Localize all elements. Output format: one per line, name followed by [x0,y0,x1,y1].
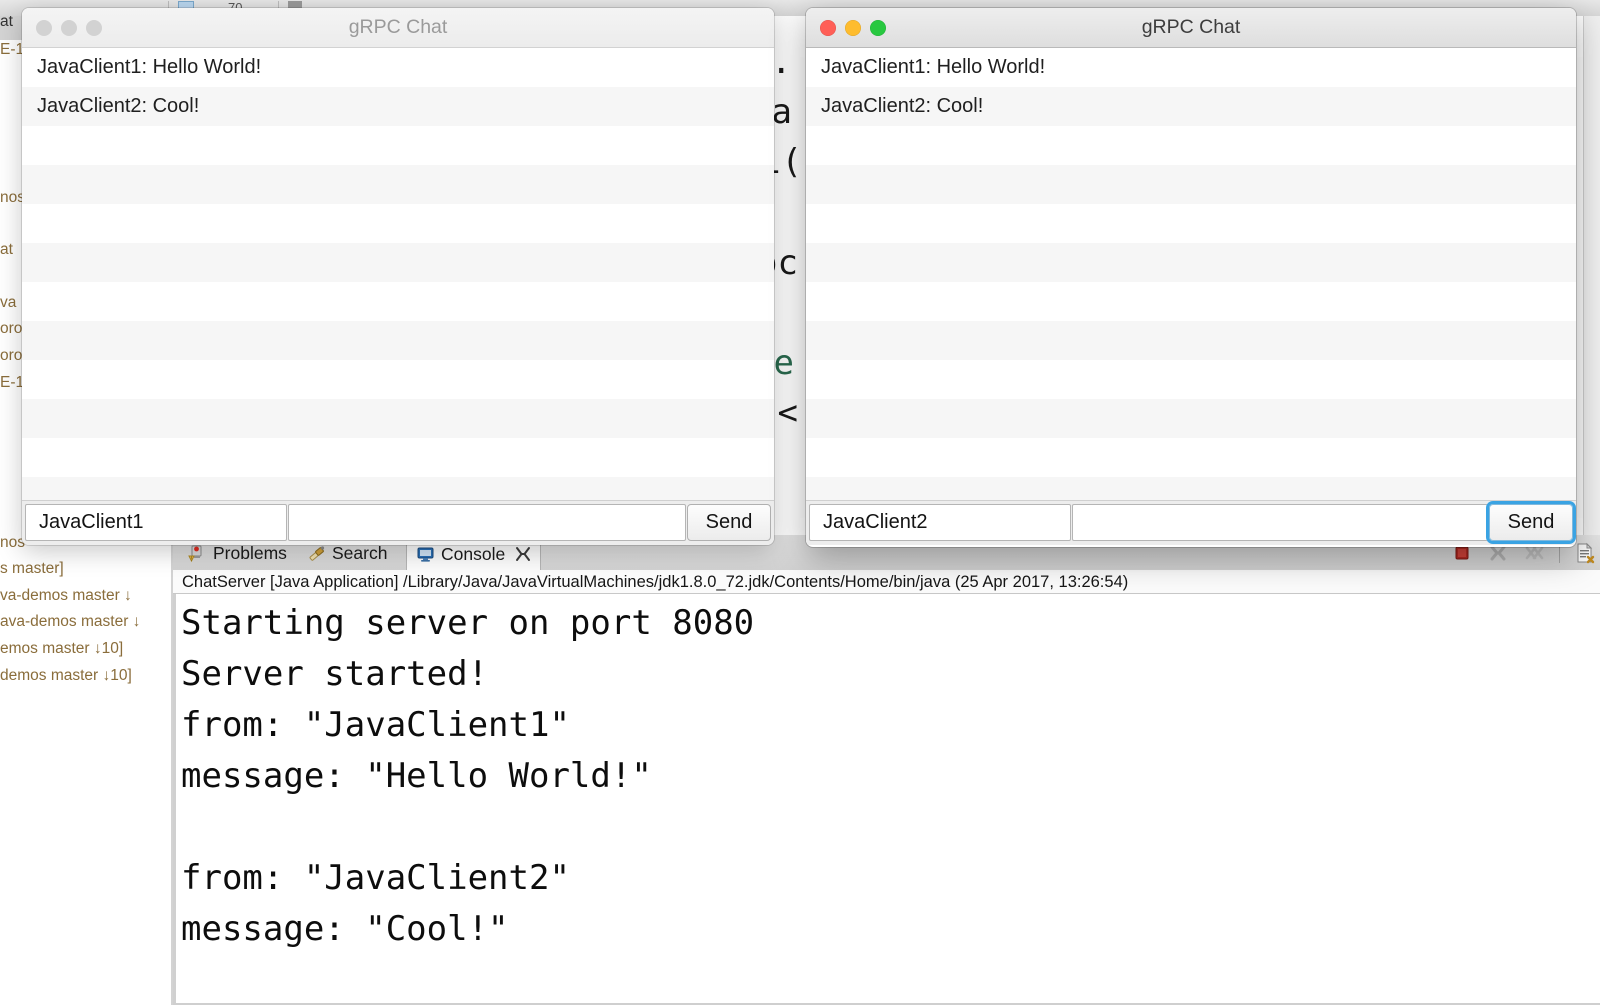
traffic-lights-client2 [820,8,886,47]
chat-message-row[interactable]: JavaClient1: Hello World! [806,48,1576,87]
chat-empty-row [22,321,774,360]
explorer-row-3[interactable]: at [0,241,13,259]
chat-message-row[interactable]: JavaClient2: Cool! [806,87,1576,126]
chat-empty-row [806,282,1576,321]
problems-icon: ! [188,544,207,563]
username-input-client1[interactable]: JavaClient1 [25,504,287,541]
editor-fragment-0: . [771,42,792,82]
console-output-text: Starting server on port 8080 Server star… [181,603,755,949]
chat-empty-row [22,126,774,165]
chat-empty-row [806,204,1576,243]
tab-search-label: Search [332,543,388,563]
titlebar-client2[interactable]: gRPC Chat [806,8,1576,48]
chat-empty-row [22,243,774,282]
chat-empty-row [22,360,774,399]
chat-input-bar-client2: JavaClient2 Send [806,500,1576,545]
explorer-row-6[interactable]: oro [0,347,22,365]
zoom-window-button[interactable] [86,19,102,36]
console-launch-header: ChatServer [Java Application] /Library/J… [173,570,1600,594]
chat-empty-row [806,360,1576,399]
chat-empty-row [22,204,774,243]
svg-text:!: ! [191,557,192,563]
chat-empty-row [22,282,774,321]
chat-message-list-client1[interactable]: JavaClient1: Hello World! JavaClient2: C… [22,48,774,500]
chat-window-client2[interactable]: gRPC Chat JavaClient1: Hello World! Java… [806,8,1576,547]
explorer-row-9[interactable]: s master] [0,560,64,578]
window-title-client1: gRPC Chat [348,16,448,38]
explorer-row-4[interactable]: va [0,294,16,312]
close-window-button[interactable] [820,19,836,36]
chat-empty-row [806,477,1576,500]
chat-empty-row [806,321,1576,360]
chat-empty-row [22,165,774,204]
tab-console-label: Console [441,543,506,564]
explorer-row-12[interactable]: emos master ↓10] [0,640,123,658]
chat-empty-row [806,243,1576,282]
window-title-client2: gRPC Chat [1141,16,1241,38]
close-window-button[interactable] [36,19,52,36]
console-view: ! Problems Search Console ChatServer [Ja… [173,535,1600,1005]
chat-input-bar-client1: JavaClient1 Send [22,500,774,545]
explorer-row-11[interactable]: ava-demos master ↓ [0,613,140,631]
chat-window-client1[interactable]: gRPC Chat JavaClient1: Hello World! Java… [22,8,774,545]
chat-message-list-client2[interactable]: JavaClient1: Hello World! JavaClient2: C… [806,48,1576,500]
screen-root: 70 at E-1 nos at va oro oro E-1 nos s ma… [0,0,1600,1005]
minimize-window-button[interactable] [61,19,77,36]
chat-empty-row [806,399,1576,438]
message-input-client1[interactable] [288,504,686,541]
zoom-window-button[interactable] [870,19,886,36]
chat-empty-row [22,438,774,477]
chat-empty-row [22,399,774,438]
explorer-row-5[interactable]: oro [0,320,22,338]
open-console-icon[interactable] [1574,542,1596,564]
console-output-area[interactable]: Starting server on port 8080 Server star… [173,594,1600,1005]
explorer-row-13[interactable]: demos master ↓10] [0,667,132,685]
chat-empty-row [806,438,1576,477]
editor-scrollbar[interactable] [1583,16,1600,535]
username-input-client2[interactable]: JavaClient2 [809,504,1071,541]
chat-message-row[interactable]: JavaClient1: Hello World! [22,48,774,87]
close-icon[interactable] [515,546,531,562]
traffic-lights-client1 [36,8,102,47]
explorer-row-1[interactable]: E-1 [0,41,24,59]
chat-empty-row [806,165,1576,204]
console-icon [416,545,435,564]
titlebar-client1[interactable]: gRPC Chat [22,8,774,48]
explorer-row-10[interactable]: va-demos master ↓ [0,587,132,605]
explorer-row-0[interactable]: at [0,16,13,31]
chat-message-row[interactable]: JavaClient2: Cool! [22,87,774,126]
message-input-client2[interactable] [1072,504,1488,541]
send-button-client2[interactable]: Send [1489,504,1573,541]
chat-empty-row [806,126,1576,165]
explorer-row-7[interactable]: E-1 [0,374,24,392]
minimize-window-button[interactable] [845,19,861,36]
chat-empty-row [22,477,774,500]
search-icon [307,544,326,563]
send-button-client1[interactable]: Send [687,504,771,541]
tab-problems-label: Problems [213,543,287,563]
